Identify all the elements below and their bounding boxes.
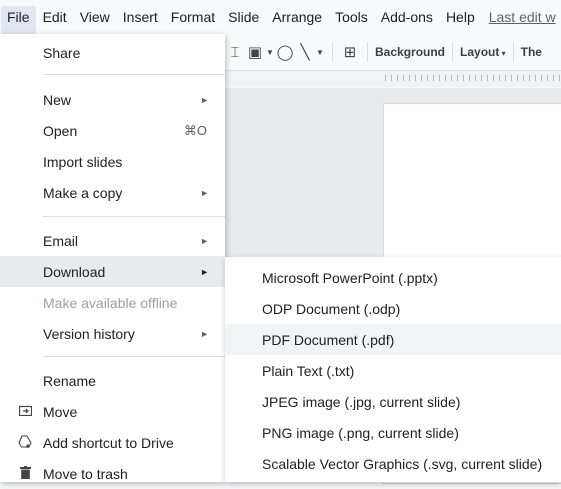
download-option-txt[interactable]: Plain Text (.txt): [225, 355, 561, 386]
menu-item-label: Add shortcut to Drive: [43, 434, 174, 451]
toolbar-divider: [367, 42, 368, 62]
menu-item-label: New: [43, 91, 72, 108]
menu-item-label: Make available offline: [43, 294, 178, 311]
download-option-jpg[interactable]: JPEG image (.jpg, current slide): [225, 386, 561, 417]
menu-item-import-slides[interactable]: Import slides: [0, 146, 225, 177]
theme-button[interactable]: The: [521, 45, 542, 59]
submenu-arrow-icon: ►: [200, 94, 209, 105]
menu-help[interactable]: Help: [440, 6, 481, 28]
toolbar-divider: [452, 42, 454, 62]
menu-item-make-copy[interactable]: Make a copy ►: [0, 177, 225, 208]
horizontal-ruler: [225, 70, 561, 87]
submenu-arrow-icon: ►: [200, 235, 209, 246]
menu-item-make-available-offline: Make available offline: [0, 287, 225, 318]
add-comment-icon[interactable]: ⊞: [340, 43, 360, 61]
dropdown-arrow-icon: ▾: [499, 49, 506, 58]
menu-edit[interactable]: Edit: [37, 6, 73, 28]
last-edit-link[interactable]: Last edit w: [489, 9, 556, 25]
text-cursor-icon[interactable]: ⌶: [225, 44, 245, 61]
menu-item-label: Version history: [43, 325, 135, 342]
menu-slide[interactable]: Slide: [222, 6, 265, 28]
menu-bar: File Edit View Insert Format Slide Arran…: [0, 0, 561, 35]
menu-insert[interactable]: Insert: [117, 6, 164, 28]
layout-button[interactable]: Layout ▾: [460, 45, 506, 59]
menu-addons[interactable]: Add-ons: [375, 6, 439, 28]
menu-item-label: Plain Text (.txt): [262, 362, 355, 379]
menu-item-label: Open: [43, 122, 78, 139]
shape-icon[interactable]: ◯: [275, 43, 295, 61]
menu-item-label: Import slides: [43, 153, 123, 170]
layout-label: Layout: [460, 45, 500, 59]
menu-view[interactable]: View: [74, 6, 116, 28]
menu-item-new[interactable]: New ►: [0, 84, 225, 115]
menu-item-label: PDF Document (.pdf): [262, 331, 395, 348]
download-option-pptx[interactable]: Microsoft PowerPoint (.pptx): [225, 262, 561, 293]
submenu-arrow-icon: ►: [200, 328, 209, 339]
download-option-png[interactable]: PNG image (.png, current slide): [225, 417, 561, 448]
menu-divider: [43, 216, 225, 217]
menu-item-label: Move to trash: [43, 465, 128, 482]
background-button[interactable]: Background: [375, 45, 445, 59]
menu-item-add-shortcut[interactable]: Add shortcut to Drive: [0, 427, 225, 458]
menu-item-label: Email: [43, 232, 79, 249]
menu-item-shortcut: ⌘O: [183, 122, 207, 138]
menu-file[interactable]: File: [1, 6, 36, 35]
image-icon[interactable]: ▣: [245, 43, 265, 61]
toolbar-divider: [512, 42, 514, 62]
menu-item-label: Microsoft PowerPoint (.pptx): [262, 269, 438, 286]
menu-divider: [43, 74, 225, 75]
menu-item-download[interactable]: Download ►: [0, 256, 225, 287]
menu-item-label: JPEG image (.jpg, current slide): [262, 393, 461, 410]
toolbar: ⌶ ▣ ▼ ◯ ╲ ▼ ⊞ Background Layout ▾ The: [225, 37, 561, 67]
menu-item-label: Download: [43, 263, 106, 280]
download-submenu: Microsoft PowerPoint (.pptx) ODP Documen…: [225, 257, 561, 482]
download-option-odp[interactable]: ODP Document (.odp): [225, 293, 561, 324]
menu-tools[interactable]: Tools: [329, 6, 374, 28]
line-icon[interactable]: ╲: [295, 43, 315, 61]
file-menu: Share New ► Open ⌘O Import slides Make a…: [0, 34, 225, 482]
menu-item-label: Move: [43, 403, 78, 420]
menu-item-move-to-trash[interactable]: Move to trash: [0, 458, 225, 489]
menu-item-label: Scalable Vector Graphics (.svg, current …: [262, 455, 543, 472]
folder-move-icon: [17, 404, 33, 419]
menu-arrange[interactable]: Arrange: [266, 6, 328, 28]
menu-item-label: Share: [43, 44, 81, 61]
download-option-svg[interactable]: Scalable Vector Graphics (.svg, current …: [225, 448, 561, 479]
submenu-arrow-icon: ►: [200, 187, 209, 198]
dropdown-arrow-icon[interactable]: ▼: [265, 48, 275, 57]
dropdown-arrow-icon[interactable]: ▼: [315, 48, 325, 57]
menu-item-share[interactable]: Share: [0, 37, 225, 68]
toolbar-divider: [332, 42, 333, 62]
menu-divider: [43, 356, 225, 357]
ruler-ticks: [385, 75, 561, 81]
menu-item-rename[interactable]: Rename: [0, 365, 225, 396]
menu-item-version-history[interactable]: Version history ►: [0, 318, 225, 349]
menu-item-email[interactable]: Email ►: [0, 225, 225, 256]
submenu-arrow-icon: ►: [200, 266, 209, 277]
menu-item-label: Rename: [43, 372, 96, 389]
menu-item-open[interactable]: Open ⌘O: [0, 115, 225, 146]
menu-item-label: ODP Document (.odp): [262, 300, 401, 317]
menu-item-label: PNG image (.png, current slide): [262, 424, 459, 441]
trash-icon: [17, 465, 33, 482]
menu-item-move[interactable]: Move: [0, 396, 225, 427]
download-option-pdf[interactable]: PDF Document (.pdf): [225, 324, 561, 355]
menu-item-label: Make a copy: [43, 184, 123, 201]
drive-shortcut-icon: [17, 434, 33, 451]
menu-format[interactable]: Format: [165, 6, 221, 28]
